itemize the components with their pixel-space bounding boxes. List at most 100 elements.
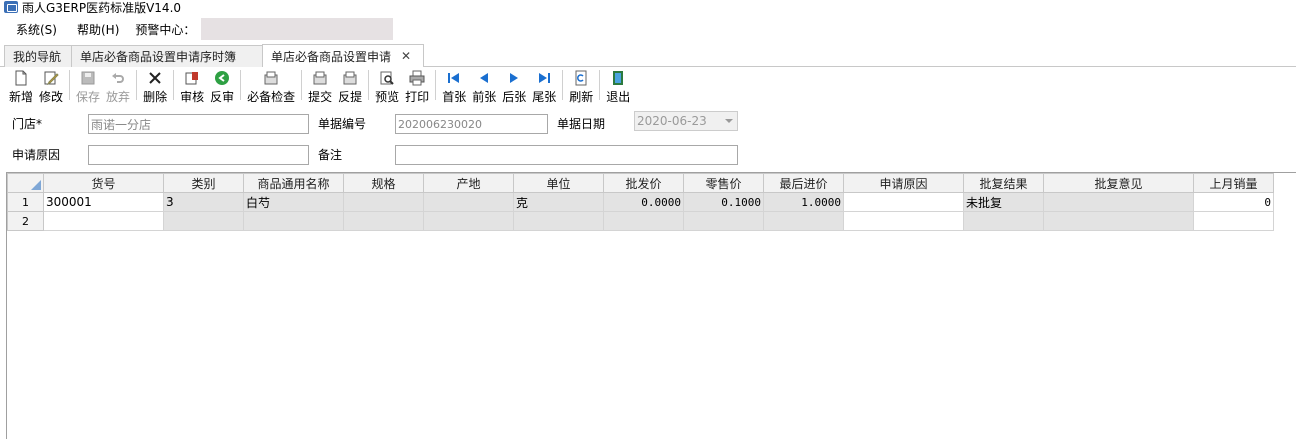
save-button[interactable]: 保存 — [73, 68, 103, 105]
cell-apply-reason[interactable] — [843, 192, 964, 212]
grid-header-row: 货号 类别 商品通用名称 规格 产地 单位 批发价 零售价 最后进价 申请原因 … — [7, 173, 1274, 193]
cell-generic-name[interactable] — [243, 211, 344, 231]
next-button[interactable]: 后张 — [499, 68, 529, 105]
save-label: 保存 — [76, 90, 101, 104]
title-bar: 雨人G3ERP医药标准版V14.0 — [0, 0, 1296, 15]
col-header[interactable]: 申请原因 — [843, 173, 964, 193]
unapprove-button[interactable]: 反审 — [207, 68, 237, 105]
table-row[interactable]: 2 — [7, 211, 1274, 231]
prev-button[interactable]: 前张 — [469, 68, 499, 105]
required-check-button[interactable]: 必备检查 — [244, 68, 298, 105]
first-button[interactable]: 首张 — [439, 68, 469, 105]
cell-category[interactable] — [163, 211, 244, 231]
row-number[interactable]: 1 — [7, 192, 44, 212]
cell-apply-reason[interactable] — [843, 211, 964, 231]
unapprove-label: 反审 — [210, 90, 235, 104]
discard-button[interactable]: 放弃 — [103, 68, 133, 105]
cell-spec[interactable] — [343, 211, 424, 231]
cell-reply-result[interactable] — [963, 211, 1044, 231]
prev-label: 前张 — [472, 90, 497, 104]
cell-reply-opinion[interactable] — [1043, 192, 1194, 212]
exit-button[interactable]: 退出 — [603, 68, 633, 105]
cell-unit[interactable]: 克 — [513, 192, 604, 212]
tab-label: 单店必备商品设置申请序时簿 — [80, 50, 237, 64]
col-header[interactable]: 产地 — [423, 173, 514, 193]
cell-unit[interactable] — [513, 211, 604, 231]
submit-label: 提交 — [308, 90, 333, 104]
cell-origin[interactable] — [423, 192, 514, 212]
cell-last-month-sales[interactable]: 0 — [1193, 192, 1274, 212]
col-header[interactable]: 规格 — [343, 173, 424, 193]
select-all-corner[interactable] — [7, 173, 44, 193]
refresh-button[interactable]: 刷新 — [566, 68, 596, 105]
delete-button[interactable]: 删除 — [140, 68, 170, 105]
cell-spec[interactable] — [343, 192, 424, 212]
doc-date-label: 单据日期 — [557, 117, 606, 131]
col-header[interactable]: 零售价 — [683, 173, 764, 193]
col-header[interactable]: 最后进价 — [763, 173, 844, 193]
menu-system[interactable]: 系统(S) — [16, 21, 57, 38]
col-header[interactable]: 单位 — [513, 173, 604, 193]
unsubmit-button[interactable]: 反提 — [335, 68, 365, 105]
reason-label: 申请原因 — [12, 148, 61, 162]
cell-wholesale-price[interactable]: 0.0000 — [603, 192, 684, 212]
doc-number-input[interactable]: 202006230020 — [395, 114, 548, 134]
table-row[interactable]: 1 300001 3 白芍 克 0.0000 0.1000 1.0000 未批复… — [7, 192, 1274, 212]
cell-item-no[interactable]: 300001 — [43, 192, 164, 212]
col-header[interactable]: 货号 — [43, 173, 164, 193]
col-header[interactable]: 类别 — [163, 173, 244, 193]
tab-application[interactable]: 单店必备商品设置申请 ✕ — [262, 44, 424, 67]
store-input[interactable]: 雨诺一分店 — [88, 114, 309, 134]
delete-label: 删除 — [143, 90, 168, 104]
col-header[interactable]: 商品通用名称 — [243, 173, 344, 193]
row-number[interactable]: 2 — [7, 211, 44, 231]
exit-label: 退出 — [606, 90, 631, 104]
col-header[interactable]: 批发价 — [603, 173, 684, 193]
menu-bar: 系统(S) 帮助(H) 预警中心： — [0, 17, 1296, 41]
tab-my-navigation[interactable]: 我的导航 — [4, 45, 72, 67]
col-header[interactable]: 上月销量 — [1193, 173, 1274, 193]
unsubmit-icon — [342, 70, 358, 86]
edit-button[interactable]: 修改 — [36, 68, 66, 105]
cell-origin[interactable] — [423, 211, 514, 231]
cell-generic-name[interactable]: 白芍 — [243, 192, 344, 212]
print-icon — [409, 70, 425, 86]
col-header[interactable]: 批复意见 — [1043, 173, 1194, 193]
exit-icon — [610, 70, 626, 86]
remark-input[interactable] — [395, 145, 738, 165]
cell-wholesale-price[interactable] — [603, 211, 684, 231]
preview-button[interactable]: 预览 — [372, 68, 402, 105]
doc-date-picker[interactable]: 2020-06-23 — [634, 111, 738, 131]
alert-center-box[interactable] — [201, 18, 394, 40]
last-button[interactable]: 尾张 — [529, 68, 559, 105]
cell-reply-result[interactable]: 未批复 — [963, 192, 1044, 212]
tab-bar: 我的导航 单店必备商品设置申请序时簿 单店必备商品设置申请 ✕ — [0, 43, 1296, 67]
cell-item-no[interactable] — [43, 211, 164, 231]
close-icon[interactable]: ✕ — [401, 49, 411, 63]
alert-center-label: 预警中心： — [135, 22, 196, 37]
toolbar-separator — [301, 70, 303, 100]
refresh-label: 刷新 — [569, 90, 594, 104]
cell-last-month-sales[interactable] — [1193, 211, 1274, 231]
submit-button[interactable]: 提交 — [305, 68, 335, 105]
cell-retail-price[interactable] — [683, 211, 764, 231]
next-icon — [506, 70, 522, 86]
cell-reply-opinion[interactable] — [1043, 211, 1194, 231]
approve-icon — [184, 70, 200, 86]
approve-button[interactable]: 审核 — [177, 68, 207, 105]
reason-input[interactable] — [88, 145, 309, 165]
toolbar-separator — [368, 70, 370, 100]
cell-last-purchase-price[interactable] — [763, 211, 844, 231]
unsubmit-label: 反提 — [338, 90, 363, 104]
doc-date-value: 2020-06-23 — [637, 114, 707, 128]
detail-table: 货号 类别 商品通用名称 规格 产地 单位 批发价 零售价 最后进价 申请原因 … — [7, 173, 1274, 231]
cell-category[interactable]: 3 — [163, 192, 244, 212]
tab-application-journal[interactable]: 单店必备商品设置申请序时簿 — [71, 45, 263, 67]
new-button[interactable]: 新增 — [6, 68, 36, 105]
cell-last-purchase-price[interactable]: 1.0000 — [763, 192, 844, 212]
menu-help[interactable]: 帮助(H) — [77, 21, 119, 38]
col-header[interactable]: 批复结果 — [963, 173, 1044, 193]
print-button[interactable]: 打印 — [402, 68, 432, 105]
discard-label: 放弃 — [106, 90, 131, 104]
cell-retail-price[interactable]: 0.1000 — [683, 192, 764, 212]
